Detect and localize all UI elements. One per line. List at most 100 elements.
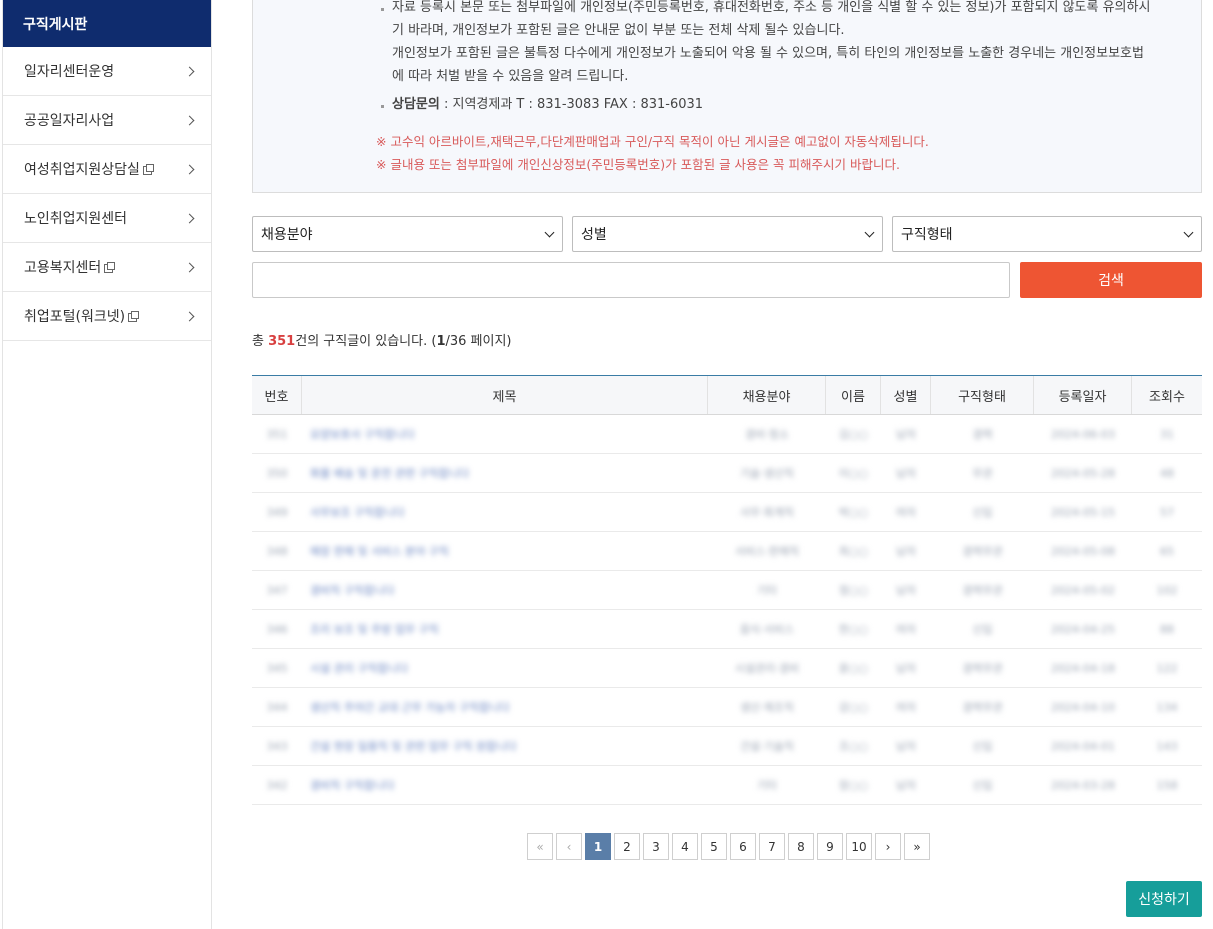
table-cell: 348 <box>266 544 288 558</box>
table-row[interactable]: 348 매장 판매 및 서비스 분야 구직 서비스·판매직 최○○ 남자 경력무관 2024… <box>252 532 1202 571</box>
table-cell: 2024-05-15 <box>1051 505 1115 519</box>
table-row[interactable]: 346 조리 보조 및 주방 업무 구직 음식·서비스 한○○ 여자 신입 2024-04-… <box>252 610 1202 649</box>
table-cell: 시설관리·경비 <box>734 662 800 675</box>
table-cell: 여자 <box>895 701 917 714</box>
table-row[interactable]: 343 건설 현장 일용직 및 관련 업무 구직 원합니다 건설·기술직 조○○ 남자 신… <box>252 727 1202 766</box>
sidebar-item-label: 고용복지센터 <box>24 257 186 277</box>
table-cell: 조○○ <box>838 740 869 753</box>
page-6-button[interactable]: 6 <box>730 833 756 860</box>
table-cell: 남자 <box>895 740 917 753</box>
bullet-icon <box>381 105 384 108</box>
page-10-button[interactable]: 10 <box>846 833 872 860</box>
table-row[interactable]: 347 경비직 구직합니다 기타 정○○ 남자 경력무관 2024-05-02 102 <box>252 571 1202 610</box>
notice-line-3: 개인정보가 포함된 글은 불특정 다수에게 개인정보가 노출되어 악용 될 수 … <box>392 46 1144 61</box>
last-page-button[interactable]: » <box>904 833 930 860</box>
bullet-icon <box>381 8 384 11</box>
sidebar-item-1[interactable]: 공공일자리사업 <box>3 96 211 145</box>
chevron-right-icon <box>184 311 195 321</box>
table-cell: 김○○ <box>838 428 869 441</box>
chevron-down-icon <box>544 227 555 238</box>
gender-select-value: 성별 <box>581 227 607 243</box>
page-5-button[interactable]: 5 <box>701 833 727 860</box>
column-header: 성별 <box>881 376 931 414</box>
sidebar-item-0[interactable]: 일자리센터운영 <box>3 47 211 96</box>
sidebar-item-text: 노인취업지원센터 <box>24 211 128 227</box>
table-cell: 48 <box>1160 466 1174 480</box>
sidebar-item-3[interactable]: 노인취업지원센터 <box>3 194 211 243</box>
post-title-link[interactable]: 조리 보조 및 주방 업무 구직 <box>302 610 708 648</box>
sidebar-item-label: 취업포털(워크넷) <box>24 306 186 326</box>
chevron-right-icon <box>184 213 195 223</box>
sidebar: 구직게시판 일자리센터운영공공일자리사업여성취업지원상담실노인취업지원센터고용복… <box>2 0 212 929</box>
prev-page-button[interactable]: ‹ <box>556 833 582 860</box>
page-3-button[interactable]: 3 <box>643 833 669 860</box>
page-2-button[interactable]: 2 <box>614 833 640 860</box>
table-cell: 정○○ <box>838 584 869 597</box>
post-title-link[interactable]: 경비직 구직합니다 <box>302 766 708 804</box>
table-row[interactable]: 342 경비직 구직합니다 기타 장○○ 남자 신입 2024-03-28 158 <box>252 766 1202 805</box>
first-page-button[interactable]: « <box>527 833 553 860</box>
count-mid: 건의 구직글이 있습니다. ( <box>295 334 437 349</box>
post-title-link[interactable]: 사무보조 구직합니다 <box>302 493 708 531</box>
column-header: 번호 <box>252 376 302 414</box>
page-9-button[interactable]: 9 <box>817 833 843 860</box>
table-row[interactable]: 344 생산직 주야간 교대 근무 가능자 구직합니다 생산·제조직 강○○ 여자 경력무… <box>252 688 1202 727</box>
post-title-link[interactable]: 화물 배송 및 운전 관련 구직합니다 <box>302 454 708 492</box>
column-header: 등록일자 <box>1034 376 1132 414</box>
field-select[interactable]: 채용분야 <box>252 216 563 252</box>
search-input[interactable] <box>252 262 1010 298</box>
notice-line-4: 에 따라 처벌 받을 수 있음을 알려 드립니다. <box>392 69 629 84</box>
sidebar-item-4[interactable]: 고용복지센터 <box>3 243 211 292</box>
sidebar-item-5[interactable]: 취업포털(워크넷) <box>3 292 211 341</box>
search-button[interactable]: 검색 <box>1020 262 1202 298</box>
table-cell: 경력무관 <box>962 584 1003 597</box>
table-cell: 65 <box>1160 544 1174 558</box>
sidebar-item-text: 일자리센터운영 <box>24 64 115 80</box>
table-cell: 2024-05-28 <box>1051 466 1115 480</box>
table-cell: 143 <box>1156 739 1178 753</box>
gender-select[interactable]: 성별 <box>572 216 883 252</box>
count-prefix: 총 <box>252 334 269 349</box>
table-row[interactable]: 345 시설 관리 구직합니다 시설관리·경비 윤○○ 남자 경력무관 2024-04-18… <box>252 649 1202 688</box>
table-row[interactable]: 351 요양보호사 구직합니다 경비·청소 김○○ 남자 경력 2024-06-03 31 <box>252 415 1202 454</box>
post-title-link[interactable]: 시설 관리 구직합니다 <box>302 649 708 687</box>
table-cell: 2024-04-10 <box>1051 700 1115 714</box>
page-1-button[interactable]: 1 <box>585 833 611 860</box>
chevron-down-icon <box>1183 227 1194 238</box>
table-cell: 윤○○ <box>838 662 869 675</box>
table-row[interactable]: 350 화물 배송 및 운전 관련 구직합니다 기술·생산직 이○○ 남자 무관 2024-… <box>252 454 1202 493</box>
type-select[interactable]: 구직형태 <box>892 216 1202 252</box>
page-8-button[interactable]: 8 <box>788 833 814 860</box>
table-cell: 신입 <box>972 740 993 753</box>
table-cell: 무관 <box>972 467 993 480</box>
sidebar-item-2[interactable]: 여성취업지원상담실 <box>3 145 211 194</box>
table-cell: 351 <box>266 427 288 441</box>
post-title-link[interactable]: 매장 판매 및 서비스 분야 구직 <box>302 532 708 570</box>
warning-line-1: ※ 고수익 아르바이트,재택근무,다단계판매업과 구인/구직 목적이 아닌 게시… <box>376 134 929 149</box>
post-title-link[interactable]: 요양보호사 구직합니다 <box>302 415 708 453</box>
page-7-button[interactable]: 7 <box>759 833 785 860</box>
table-cell: 31 <box>1160 427 1174 441</box>
sidebar-header: 구직게시판 <box>3 0 211 47</box>
next-page-button[interactable]: › <box>875 833 901 860</box>
post-title-link[interactable]: 경비직 구직합니다 <box>302 571 708 609</box>
table-cell: 남자 <box>895 545 917 558</box>
table-cell: 신입 <box>972 779 993 792</box>
apply-button[interactable]: 신청하기 <box>1126 881 1202 917</box>
table-cell: 경력 <box>972 428 993 441</box>
post-title-link[interactable]: 건설 현장 일용직 및 관련 업무 구직 원합니다 <box>302 727 708 765</box>
contact-label: 상담문의 <box>392 97 440 112</box>
table-cell: 생산·제조직 <box>739 701 795 714</box>
page-4-button[interactable]: 4 <box>672 833 698 860</box>
pagination: «‹ 1 2 3 4 5 6 7 8 9 10 ›» <box>527 833 930 860</box>
contact-info: 상담문의 : 지역경제과 T : 831-3083 FAX : 831-6031 <box>392 93 1192 116</box>
post-title-link[interactable]: 생산직 주야간 교대 근무 가능자 구직합니다 <box>302 688 708 726</box>
table-cell: 349 <box>266 505 288 519</box>
table-cell: 경력무관 <box>962 701 1003 714</box>
table-row[interactable]: 349 사무보조 구직합니다 사무·회계직 박○○ 여자 신입 2024-05-15 57 <box>252 493 1202 532</box>
table-cell: 건설·기술직 <box>739 740 795 753</box>
table-cell: 남자 <box>895 428 917 441</box>
field-select-value: 채용분야 <box>261 227 313 243</box>
result-count: 총 351건의 구직글이 있습니다. (1/36 페이지) <box>252 330 512 349</box>
sidebar-item-label: 여성취업지원상담실 <box>24 159 186 179</box>
